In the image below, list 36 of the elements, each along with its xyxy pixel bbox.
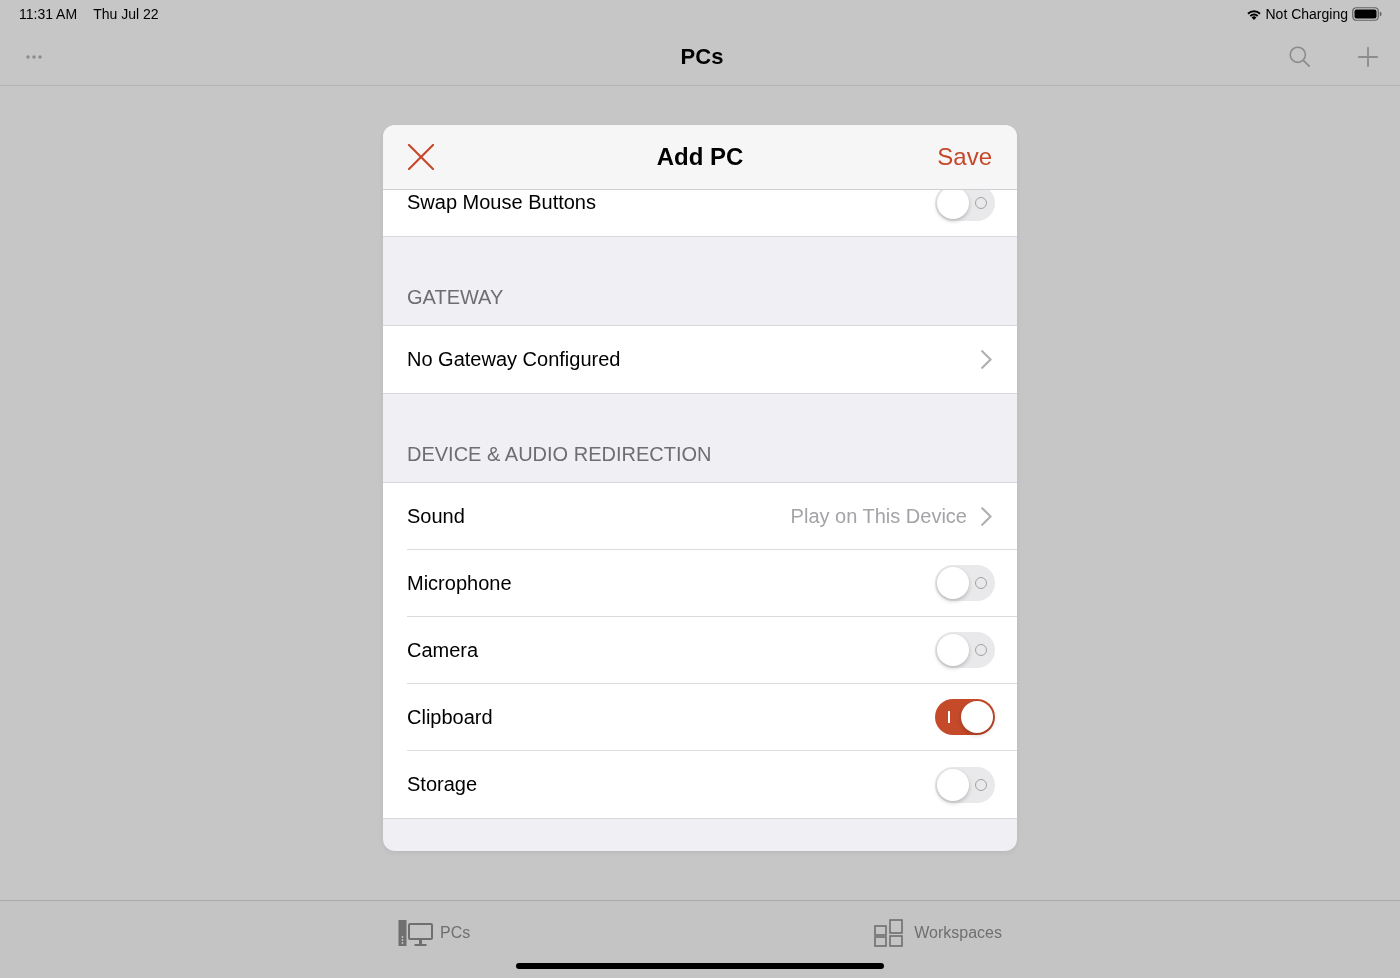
nav-title: PCs: [680, 43, 724, 71]
computer-icon: [398, 919, 433, 947]
row-label: Storage: [407, 773, 479, 796]
more-icon[interactable]: [26, 54, 42, 59]
toggle-switch[interactable]: [935, 565, 995, 601]
close-button[interactable]: [408, 144, 434, 170]
tab-button[interactable]: Workspaces: [874, 917, 1002, 949]
row-label: Sound: [407, 504, 466, 528]
toggle-switch[interactable]: [935, 632, 995, 668]
row-label: Camera: [407, 638, 480, 662]
grid-icon: [874, 919, 904, 947]
tab-button[interactable]: PCs: [398, 917, 471, 949]
status-time: 11:31 AM: [19, 4, 78, 24]
close-icon: [408, 144, 434, 170]
wifi-icon: [1245, 8, 1262, 20]
battery-icon: [1352, 7, 1382, 21]
settings-row[interactable]: Sound Play on This Device: [383, 483, 1017, 550]
add-icon[interactable]: [1358, 46, 1378, 67]
row-value: Play on This Device: [790, 504, 967, 528]
section-header: GATEWAY: [407, 285, 504, 310]
battery-status-text: Not Charging: [1265, 4, 1348, 24]
chevron-icon: [981, 506, 992, 526]
chevron-icon: [981, 350, 992, 369]
search-icon[interactable]: [1289, 46, 1310, 67]
row-label: Swap Mouse Buttons: [407, 191, 597, 214]
dialog-title: Add PC: [656, 142, 744, 172]
row-label: Microphone: [407, 571, 513, 595]
toggle-switch[interactable]: [935, 766, 995, 803]
settings-row[interactable]: No Gateway Configured: [383, 326, 1017, 393]
status-date: Thu Jul 22: [93, 4, 159, 24]
toggle-switch[interactable]: [935, 699, 995, 735]
section-header: DEVICE & AUDIO REDIRECTION: [407, 442, 712, 467]
row-label: No Gateway Configured: [407, 348, 622, 371]
toggle-switch[interactable]: [935, 190, 995, 221]
save-button[interactable]: Save: [937, 139, 992, 175]
row-label: Clipboard: [407, 705, 494, 729]
